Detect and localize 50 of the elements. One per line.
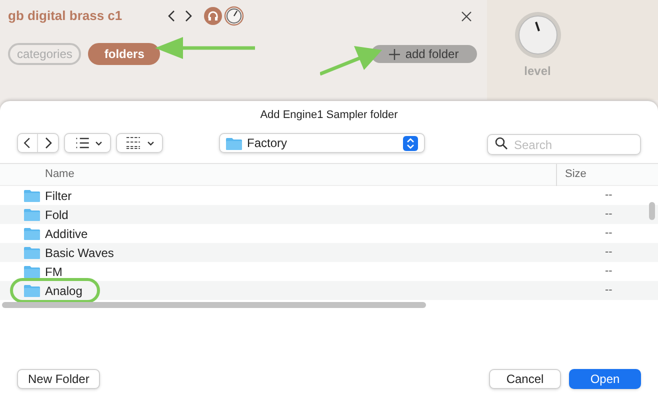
list-view-icon[interactable]: [64, 133, 111, 153]
vertical-scrollbar-thumb[interactable]: [649, 202, 655, 220]
back-forward-control[interactable]: [17, 133, 59, 153]
folder-name: Fold: [45, 206, 70, 224]
folder-size: --: [605, 207, 612, 222]
folder-name: Additive: [45, 226, 89, 242]
folder-row[interactable]: FM --: [0, 262, 658, 281]
knob-icon[interactable]: [224, 6, 244, 26]
previous-icon[interactable]: [168, 10, 176, 22]
dialog-button[interactable]: New Folder: [17, 369, 100, 389]
folder-name: FM: [45, 264, 64, 280]
folder-size: --: [605, 188, 612, 204]
dialog-button[interactable]: Open: [569, 369, 641, 389]
folder-row[interactable]: Fold --: [0, 205, 658, 224]
folder-size: --: [605, 283, 612, 298]
preset-title: gb digital brass c1: [8, 7, 124, 26]
folder-icon: [226, 136, 242, 150]
horizontal-scrollbar-thumb[interactable]: [2, 302, 426, 308]
stepper-icon: [403, 136, 418, 150]
folder-icon: [24, 284, 40, 297]
folder-size: --: [605, 245, 612, 260]
folder-name: Filter: [45, 188, 73, 204]
close-icon[interactable]: [461, 10, 472, 22]
next-icon[interactable]: [184, 10, 192, 22]
arrow-annotation: [320, 46, 382, 76]
column-header[interactable]: Name: [45, 166, 556, 183]
folder-size: --: [605, 226, 612, 242]
folder-name: Analog: [45, 282, 84, 300]
add-folder-button[interactable]: add folder: [371, 45, 477, 63]
search-field[interactable]: Search: [487, 134, 641, 155]
folder-row[interactable]: Analog --: [0, 281, 658, 300]
folder-row[interactable]: Additive --: [0, 224, 658, 243]
search-icon: [495, 136, 508, 150]
headphones-icon[interactable]: [204, 7, 222, 25]
folder-name: Basic Waves: [45, 244, 115, 262]
folder-row[interactable]: Filter --: [0, 186, 658, 205]
folder-icon: [24, 246, 40, 259]
location-dropdown[interactable]: Factory: [219, 133, 425, 153]
location-label: Factory: [247, 135, 288, 152]
dialog-button[interactable]: Cancel: [489, 369, 561, 389]
folder-row[interactable]: Basic Waves --: [0, 243, 658, 262]
knob-label: level: [524, 63, 551, 80]
dialog-title: Add Engine1 Sampler folder: [260, 108, 398, 122]
grid-view-icon[interactable]: [116, 133, 163, 153]
folder-icon: [24, 227, 40, 240]
plus-icon: [389, 48, 400, 60]
folder-icon: [24, 265, 40, 278]
folder-icon: [24, 208, 40, 221]
folder-size: --: [605, 264, 612, 280]
folder-icon: [24, 189, 40, 202]
